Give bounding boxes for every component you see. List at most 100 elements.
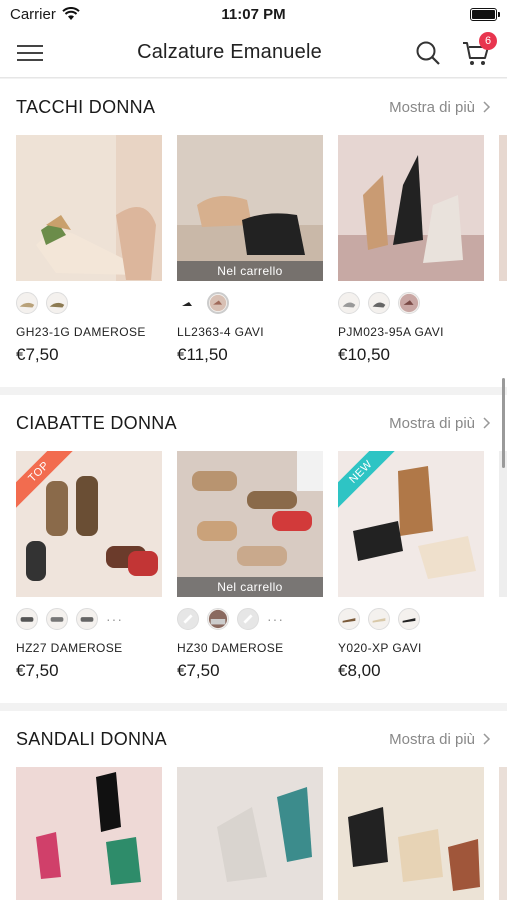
menu-icon[interactable] <box>16 43 44 63</box>
show-more-label: Mostra di più <box>389 98 475 116</box>
product-card[interactable]: Nel carrello ··· HZ30 DAMEROSE €7,50 <box>177 451 323 681</box>
section-tacchi-donna: TACCHI DONNA Mostra di più GH23-1G DAMER… <box>0 79 507 387</box>
in-cart-label: Nel carrello <box>177 261 323 281</box>
product-image[interactable] <box>338 767 484 900</box>
color-swatch[interactable] <box>207 608 229 630</box>
product-card[interactable]: NEW Y020-XP GAVI €8,00 <box>338 451 484 681</box>
color-swatches: ··· <box>177 601 323 637</box>
product-name: LL2363-4 GAVI <box>177 325 265 339</box>
color-swatch[interactable] <box>338 608 360 630</box>
product-card[interactable]: TOP ··· HZ27 DAMEROSE €7,50 <box>16 451 162 681</box>
color-swatch[interactable] <box>76 608 98 630</box>
product-carousel[interactable]: TOP ··· HZ27 DAMEROSE €7,50 Nel carrello… <box>0 451 507 681</box>
section-header: TACCHI DONNA Mostra di più <box>0 79 507 135</box>
product-image[interactable]: NEW <box>338 451 484 597</box>
color-swatch[interactable] <box>338 292 360 314</box>
product-card[interactable]: GH23-1G DAMEROSE €7,50 <box>16 135 162 365</box>
product-name: HZ30 DAMEROSE <box>177 641 284 655</box>
section-ciabatte-donna: CIABATTE DONNA Mostra di più TOP ··· HZ2… <box>0 395 507 703</box>
product-name: Y020-XP GAVI <box>338 641 422 655</box>
color-swatch[interactable] <box>207 292 229 314</box>
in-cart-label: Nel carrello <box>177 577 323 597</box>
chevron-right-icon <box>483 101 491 113</box>
show-more-label: Mostra di più <box>389 730 475 748</box>
product-card-partial[interactable] <box>499 135 507 365</box>
color-swatches <box>177 285 323 321</box>
more-colors-icon[interactable]: ··· <box>267 611 284 627</box>
nav-actions: 6 <box>415 31 497 68</box>
product-image[interactable] <box>338 135 484 281</box>
wifi-icon <box>62 7 80 20</box>
product-image[interactable] <box>499 135 507 281</box>
product-price: €7,50 <box>177 661 220 680</box>
home-feed[interactable]: TACCHI DONNA Mostra di più GH23-1G DAMER… <box>0 79 507 900</box>
product-price: €7,50 <box>16 345 59 364</box>
search-icon[interactable] <box>415 40 441 66</box>
carrier-label: Carrier <box>10 5 56 23</box>
color-swatch[interactable] <box>368 292 390 314</box>
product-price: €11,50 <box>177 345 228 364</box>
section-title: SANDALI DONNA <box>16 728 167 749</box>
ribbon-label: TOP <box>16 451 76 511</box>
color-swatch[interactable] <box>177 608 199 630</box>
color-swatches <box>338 285 484 321</box>
product-price: €7,50 <box>16 661 59 680</box>
scrollbar[interactable] <box>502 378 505 468</box>
ribbon-label: NEW <box>338 451 398 511</box>
section-header: SANDALI DONNA Mostra di più <box>0 711 507 767</box>
product-card[interactable]: Nel carrello LL2363-4 GAVI €11,50 <box>177 135 323 365</box>
product-name: PJM023-95A GAVI <box>338 325 444 339</box>
product-name: HZ27 DAMEROSE <box>16 641 123 655</box>
color-swatch[interactable] <box>16 292 38 314</box>
product-carousel[interactable]: GH23-1G DAMEROSE €7,50 Nel carrello LL23… <box>0 135 507 365</box>
product-image[interactable] <box>499 451 507 597</box>
cart-count-badge: 6 <box>479 31 497 50</box>
product-name: GH23-1G DAMEROSE <box>16 325 146 339</box>
product-image[interactable]: Nel carrello <box>177 451 323 597</box>
product-card[interactable] <box>177 767 323 900</box>
product-price: €8,00 <box>338 661 381 680</box>
color-swatch[interactable] <box>368 608 390 630</box>
product-card-partial[interactable] <box>499 767 507 900</box>
color-swatches <box>16 285 162 321</box>
color-swatch[interactable] <box>237 608 259 630</box>
chevron-right-icon <box>483 417 491 429</box>
nav-bar: Calzature Emanuele 6 <box>0 28 507 78</box>
color-swatch[interactable] <box>398 292 420 314</box>
product-image[interactable] <box>177 767 323 900</box>
product-image[interactable]: TOP <box>16 451 162 597</box>
color-swatch[interactable] <box>46 608 68 630</box>
product-price: €10,50 <box>338 345 390 364</box>
product-card[interactable]: PJM023-95A GAVI €10,50 <box>338 135 484 365</box>
product-image[interactable] <box>16 135 162 281</box>
cart-button[interactable]: 6 <box>461 31 497 68</box>
app-title: Calzature Emanuele <box>137 41 322 63</box>
show-more-link[interactable]: Mostra di più <box>389 731 491 748</box>
product-image[interactable] <box>499 767 507 900</box>
product-card[interactable] <box>338 767 484 900</box>
section-header: CIABATTE DONNA Mostra di più <box>0 395 507 451</box>
new-ribbon: NEW <box>338 451 398 511</box>
product-card-partial[interactable] <box>499 451 507 681</box>
show-more-label: Mostra di più <box>389 414 475 432</box>
status-left: Carrier <box>10 6 80 23</box>
section-sandali-donna: SANDALI DONNA Mostra di più <box>0 711 507 900</box>
show-more-link[interactable]: Mostra di più <box>389 415 491 432</box>
color-swatch[interactable] <box>398 608 420 630</box>
color-swatches <box>338 601 484 637</box>
color-swatches: ··· <box>16 601 162 637</box>
product-card[interactable] <box>16 767 162 900</box>
color-swatch[interactable] <box>177 292 199 314</box>
top-ribbon: TOP <box>16 451 76 511</box>
show-more-link[interactable]: Mostra di più <box>389 99 491 116</box>
section-title: TACCHI DONNA <box>16 96 156 117</box>
product-image[interactable]: Nel carrello <box>177 135 323 281</box>
more-colors-icon[interactable]: ··· <box>106 611 123 627</box>
product-image[interactable] <box>16 767 162 900</box>
color-swatch[interactable] <box>46 292 68 314</box>
battery-icon <box>470 7 500 21</box>
product-carousel[interactable] <box>0 767 507 900</box>
section-title: CIABATTE DONNA <box>16 412 177 433</box>
color-swatch[interactable] <box>16 608 38 630</box>
chevron-right-icon <box>483 733 491 745</box>
